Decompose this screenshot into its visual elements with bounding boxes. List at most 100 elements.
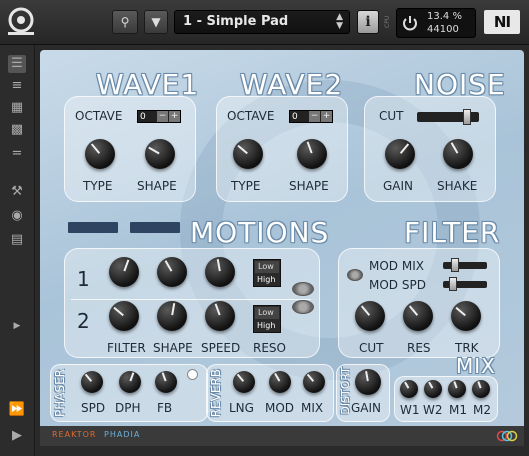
noise-gain-label: GAIN — [383, 179, 414, 193]
fast-forward-icon[interactable]: ⏩ — [8, 401, 26, 419]
mix-w1-label: W1 — [400, 403, 420, 417]
motion1-filter-route-toggle[interactable] — [292, 282, 314, 296]
noise-gain-knob[interactable] — [385, 139, 415, 169]
cpu-label: CPU — [384, 15, 391, 29]
mix-m2-label: M2 — [473, 403, 491, 417]
sample-rate: 44100 — [427, 24, 459, 35]
wave2-octave-value: 0 — [292, 112, 298, 122]
motion1-filter-knob[interactable] — [109, 257, 139, 287]
motion2-speed-knob[interactable] — [205, 301, 235, 331]
motion2-filter-knob[interactable] — [109, 301, 139, 331]
filter-cut-knob[interactable] — [355, 301, 385, 331]
filter-mod-mix-label: MOD MIX — [369, 259, 424, 273]
mix-m1-knob[interactable] — [448, 380, 466, 398]
filter-mod-spd-thumb[interactable] — [449, 277, 457, 291]
tree-icon[interactable]: ≡ — [8, 77, 26, 95]
filter-title: FILTER — [404, 216, 501, 249]
mix-title: MIX — [456, 354, 496, 378]
phaser-spd-knob[interactable] — [81, 371, 103, 393]
motion1-speed-knob[interactable] — [205, 257, 235, 287]
motion1-low-option[interactable]: Low — [255, 261, 279, 273]
mix-m2-knob[interactable] — [472, 380, 490, 398]
brand-label: REAKTOR PHADIA — [52, 430, 140, 439]
phaser-fb-label: FB — [157, 401, 173, 415]
wave1-octave-minus-button[interactable]: − — [157, 111, 168, 122]
wave2-octave-stepper[interactable]: 0 − + — [289, 110, 333, 123]
reverb-section: REVERB LNG MOD MIX — [206, 364, 334, 422]
clipboard-icon[interactable]: ▤ — [8, 231, 26, 249]
distort-gain-label: GAIN — [351, 401, 382, 415]
mix-w1-knob[interactable] — [400, 380, 418, 398]
phaser-dph-label: DPH — [115, 401, 141, 415]
motions-filter-label: FILTER — [107, 341, 146, 355]
motion2-shape-knob[interactable] — [157, 301, 187, 331]
noise-shake-knob[interactable] — [443, 139, 473, 169]
motions-bar-2[interactable] — [130, 222, 180, 233]
motions-bar-1[interactable] — [68, 222, 118, 233]
reverb-lng-knob[interactable] — [233, 371, 255, 393]
wave2-type-knob[interactable] — [233, 139, 263, 169]
ni-logo[interactable]: NI — [484, 10, 520, 34]
up-down-arrows-icon: ▲ ▼ — [336, 12, 343, 31]
reverb-mod-label: MOD — [265, 401, 295, 415]
wave1-shape-knob[interactable] — [145, 139, 175, 169]
info-button[interactable]: i — [357, 10, 379, 34]
phaser-enable-led[interactable] — [187, 369, 198, 380]
motion1-range-switch[interactable]: Low High — [253, 259, 281, 287]
filter-mod-mix-thumb[interactable] — [451, 258, 459, 272]
distort-gain-knob[interactable] — [355, 369, 381, 395]
filter-mod-mix-slider[interactable] — [443, 258, 487, 272]
expand-arrow-icon[interactable]: ▶ — [8, 317, 26, 335]
reverb-lng-label: LNG — [229, 401, 254, 415]
wave2-section: OCTAVE 0 − + TYPE SHAPE — [216, 96, 348, 202]
wave1-octave-plus-button[interactable]: + — [169, 111, 180, 122]
wave2-shape-knob[interactable] — [297, 139, 327, 169]
noise-shake-label: SHAKE — [437, 179, 478, 193]
list-view-icon[interactable]: ☰ — [8, 55, 26, 73]
motions-row2-label: 2 — [77, 309, 90, 333]
subtree-icon[interactable]: ▩ — [8, 121, 26, 139]
noise-cut-slider[interactable] — [417, 109, 479, 125]
motion1-shape-knob[interactable] — [157, 257, 187, 287]
reverb-mod-knob[interactable] — [269, 371, 291, 393]
motion1-high-option[interactable]: High — [254, 274, 280, 286]
equals-icon[interactable]: = — [8, 145, 26, 163]
search-button[interactable]: ⚲ — [112, 10, 138, 34]
preset-selector[interactable]: 1 - Simple Pad ▲ ▼ — [174, 10, 350, 34]
power-icon[interactable] — [401, 14, 419, 32]
wave1-octave-stepper[interactable]: 0 − + — [137, 110, 181, 123]
noise-cut-slider-thumb[interactable] — [463, 109, 471, 125]
play-icon[interactable]: ▶ — [8, 427, 26, 445]
wave2-octave-minus-button[interactable]: − — [309, 111, 320, 122]
motion2-high-option[interactable]: High — [254, 320, 280, 332]
filter-mod-spd-label: MOD SPD — [369, 278, 426, 292]
wave1-type-knob[interactable] — [85, 139, 115, 169]
instrument-footer: REAKTOR PHADIA — [40, 426, 524, 446]
wave2-octave-plus-button[interactable]: + — [321, 111, 332, 122]
phaser-dph-knob[interactable] — [119, 371, 141, 393]
mix-w2-label: W2 — [423, 403, 443, 417]
filter-res-knob[interactable] — [403, 301, 433, 331]
phaser-fb-knob[interactable] — [155, 371, 177, 393]
motion2-low-option[interactable]: Low — [255, 307, 279, 319]
hierarchy-icon[interactable]: ▦ — [8, 99, 26, 117]
phaser-title: PHASER — [53, 369, 67, 418]
mix-w2-knob[interactable] — [424, 380, 442, 398]
power-display: 13.4 % 44100 — [396, 8, 476, 38]
motions-reso-label: RESO — [253, 341, 286, 355]
reverb-mix-knob[interactable] — [303, 371, 325, 393]
filter-res-label: RES — [407, 341, 431, 355]
filter-mod-spd-slider[interactable] — [443, 277, 487, 291]
mix-m1-label: M1 — [449, 403, 467, 417]
phaser-spd-label: SPD — [81, 401, 106, 415]
wave2-type-label: TYPE — [231, 179, 261, 193]
motion2-filter-route-toggle[interactable] — [292, 300, 314, 314]
preset-menu-button[interactable]: ▼ — [144, 10, 168, 34]
filter-trk-knob[interactable] — [451, 301, 481, 331]
reaktor-logo-icon[interactable] — [6, 6, 36, 36]
palette-icon[interactable]: ◉ — [8, 207, 26, 225]
motion2-range-switch[interactable]: Low High — [253, 305, 281, 333]
filter-mod-toggle[interactable] — [347, 269, 363, 281]
wrench-icon[interactable]: ⚒ — [8, 183, 26, 201]
distort-section: DISTORT GAIN — [336, 364, 390, 422]
